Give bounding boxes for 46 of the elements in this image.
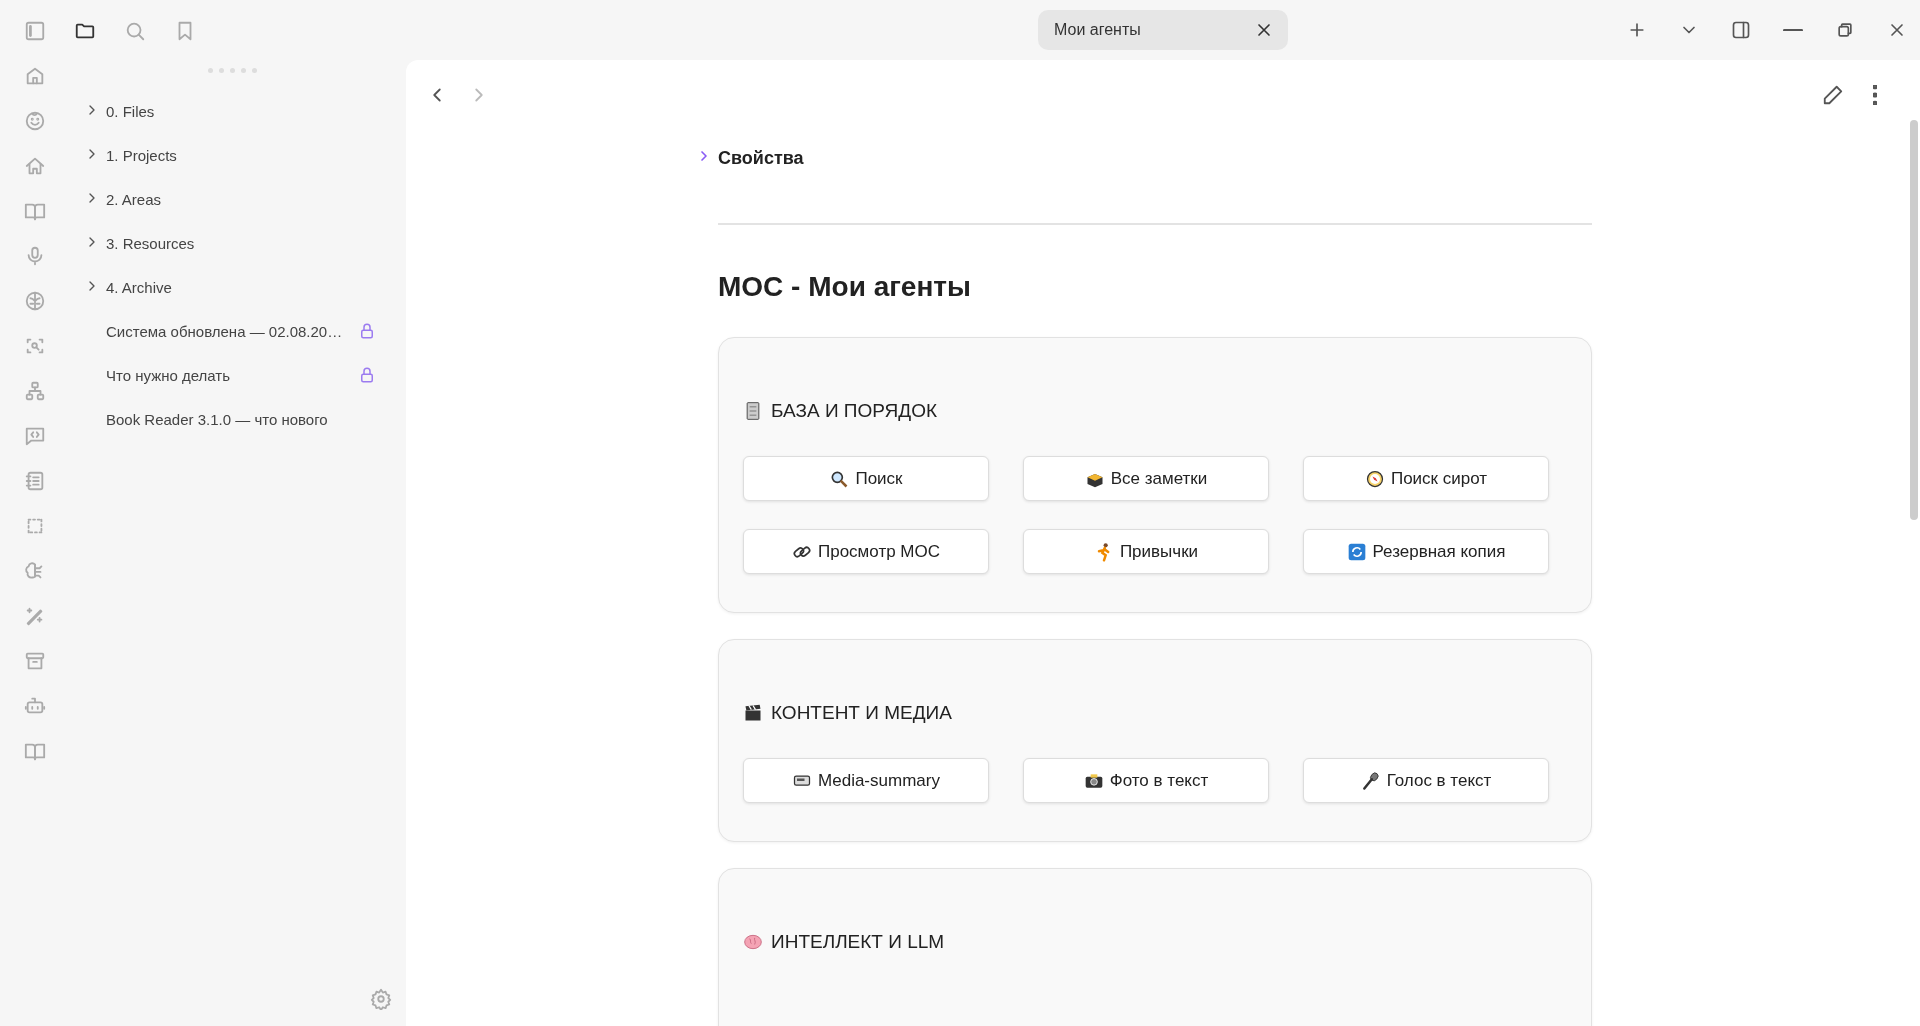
section-heading: КОНТЕНТ И МЕДИА	[771, 702, 952, 724]
file-item[interactable]: Что нужно делать	[70, 353, 376, 397]
agent-button[interactable]: Все заметки	[1023, 456, 1269, 501]
file-item[interactable]: Book Reader 3.1.0 — что нового	[70, 397, 376, 441]
agent-button[interactable]: Поиск	[743, 456, 989, 501]
refresh-icon	[1346, 541, 1367, 562]
minimize-icon	[1783, 28, 1803, 32]
search-icon	[124, 20, 146, 42]
agent-button[interactable]: Фото в текст	[1023, 758, 1269, 803]
agent-button[interactable]: Привычки	[1023, 529, 1269, 574]
microphone-icon	[1360, 770, 1381, 791]
folder-item[interactable]: 3. Resources	[70, 221, 376, 265]
section-heading: БАЗА И ПОРЯДОК	[771, 400, 937, 422]
smiley-icon	[24, 110, 46, 132]
clapperboard-icon	[743, 703, 763, 723]
brain-icon	[743, 932, 763, 952]
brain-icon	[24, 290, 46, 312]
sidebar-icon	[1731, 20, 1751, 40]
folder-item[interactable]: 0. Files	[70, 89, 376, 133]
settings-icon	[370, 988, 392, 1010]
code-chat-icon	[24, 425, 46, 447]
pencil-icon	[1822, 84, 1844, 106]
section-heading: ИНТЕЛЛЕКТ И LLM	[771, 931, 945, 953]
house-icon	[24, 155, 46, 177]
properties-toggle[interactable]: Свойства	[696, 148, 1592, 169]
tab-title: Мои агенты	[1054, 21, 1141, 39]
network-icon	[24, 380, 46, 402]
sidebar-icon	[24, 20, 46, 42]
settings-button[interactable]	[370, 988, 392, 1010]
folder-item[interactable]: 2. Areas	[70, 177, 376, 221]
folder-item[interactable]: 1. Projects	[70, 133, 376, 177]
agent-button[interactable]: Просмотр MOC	[743, 529, 989, 574]
file-item[interactable]: Система обновлена — 02.08.20…	[70, 309, 376, 353]
agent-button[interactable]: Media-summary	[743, 758, 989, 803]
compass-icon	[1364, 468, 1385, 489]
tab[interactable]: Мои агенты	[1038, 10, 1288, 50]
agent-button[interactable]: Поиск сирот	[1303, 456, 1549, 501]
restore-icon	[1835, 20, 1855, 40]
more-icon	[1873, 85, 1877, 105]
agent-button[interactable]: Голос в текст	[1303, 758, 1549, 803]
folder-item[interactable]: 4. Archive	[70, 265, 376, 309]
notebook-icon	[24, 470, 46, 492]
home-icon	[24, 65, 46, 87]
archive-icon	[24, 650, 46, 672]
agent-button[interactable]: Резервная копия	[1303, 529, 1549, 574]
note-title: MOC - Мои агенты	[718, 271, 972, 303]
